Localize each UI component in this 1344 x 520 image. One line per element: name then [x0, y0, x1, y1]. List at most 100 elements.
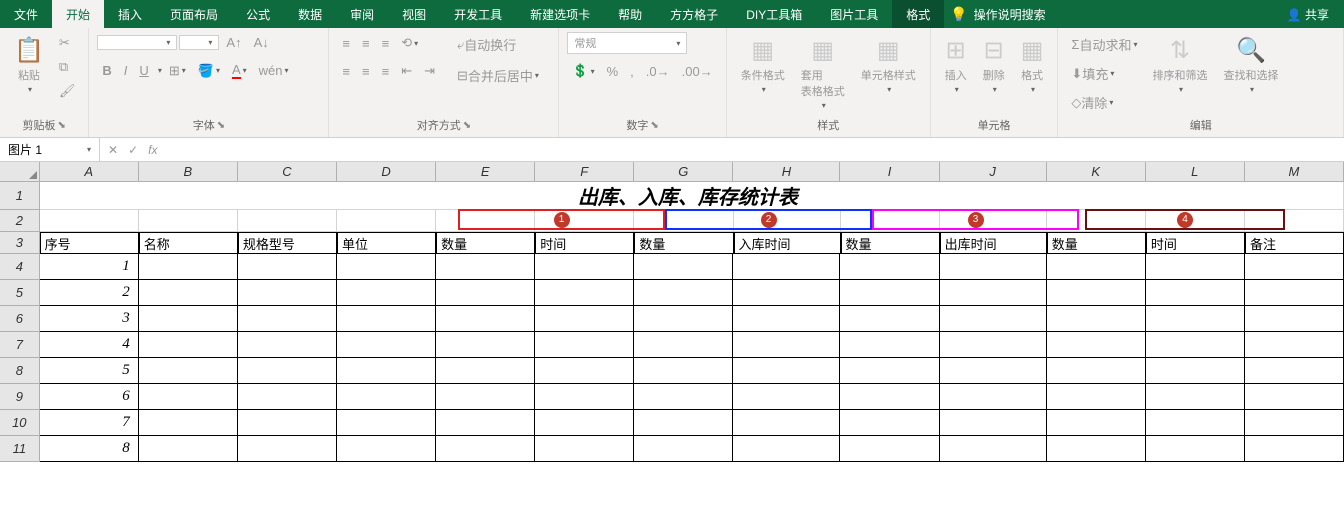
menu-ffgz[interactable]: 方方格子 [656, 0, 732, 28]
cell[interactable] [1047, 410, 1146, 436]
cell[interactable] [634, 384, 733, 410]
fx-icon[interactable]: fx [148, 143, 157, 157]
cell[interactable] [1146, 410, 1245, 436]
paste-button[interactable]: 📋 粘贴 ▾ [8, 32, 50, 98]
cut-button[interactable]: ✂ [54, 32, 81, 54]
cell[interactable] [634, 436, 733, 462]
menu-view[interactable]: 视图 [388, 0, 440, 28]
align-right-button[interactable]: ≡ [377, 61, 395, 82]
cell[interactable] [1047, 358, 1146, 384]
cell[interactable]: 数量 [841, 232, 940, 254]
cell[interactable] [535, 384, 634, 410]
cell[interactable] [634, 358, 733, 384]
col-header-F[interactable]: F [535, 162, 634, 181]
name-box[interactable]: 图片 1▾ [0, 138, 100, 161]
col-header-D[interactable]: D [337, 162, 436, 181]
cell[interactable] [139, 210, 238, 232]
row-header[interactable]: 9 [0, 384, 40, 410]
phonetic-button[interactable]: wén▾ [254, 60, 294, 81]
cell[interactable] [840, 384, 939, 410]
cell[interactable] [337, 280, 436, 306]
row-header[interactable]: 3 [0, 232, 40, 254]
accept-formula-icon[interactable]: ✓ [128, 143, 138, 157]
cell[interactable] [337, 436, 436, 462]
format-cells-button[interactable]: ▦格式▾ [1015, 32, 1050, 98]
cell[interactable] [238, 332, 337, 358]
row-header[interactable]: 6 [0, 306, 40, 332]
number-format-selector[interactable]: 常规▾ [567, 32, 687, 54]
cell[interactable] [337, 358, 436, 384]
cell[interactable] [1245, 254, 1344, 280]
cell[interactable] [139, 436, 238, 462]
cell[interactable] [337, 306, 436, 332]
cell[interactable] [840, 280, 939, 306]
cell[interactable] [238, 358, 337, 384]
cell[interactable] [238, 254, 337, 280]
cell[interactable] [1245, 358, 1344, 384]
cell[interactable]: 6 [40, 384, 139, 410]
cell[interactable] [1146, 332, 1245, 358]
col-header-E[interactable]: E [436, 162, 535, 181]
cell[interactable] [337, 332, 436, 358]
increase-indent-button[interactable]: ⇥ [419, 60, 440, 82]
cell[interactable] [733, 436, 840, 462]
cell[interactable]: 单位 [337, 232, 436, 254]
cell[interactable]: 规格型号 [238, 232, 337, 254]
sort-filter-button[interactable]: ⇅排序和筛选▾ [1146, 32, 1213, 98]
select-all-button[interactable] [0, 162, 40, 181]
font-family-selector[interactable]: ▾ [97, 35, 177, 50]
menu-data[interactable]: 数据 [284, 0, 336, 28]
menu-formulas[interactable]: 公式 [232, 0, 284, 28]
cell[interactable] [436, 210, 535, 232]
align-bottom-button[interactable]: ≡ [377, 33, 395, 54]
cell[interactable]: 名称 [139, 232, 238, 254]
cell[interactable] [1245, 210, 1344, 232]
cell[interactable] [436, 410, 535, 436]
merge-center-button[interactable]: ⊟ 合并后居中▾ [452, 63, 544, 88]
cell[interactable] [1047, 210, 1146, 232]
cell[interactable] [634, 306, 733, 332]
format-as-table-button[interactable]: ▦套用 表格格式▾ [795, 32, 851, 114]
cell[interactable]: 出库时间 [940, 232, 1047, 254]
autosum-button[interactable]: Σ 自动求和▾ [1066, 32, 1142, 57]
delete-cells-button[interactable]: ⊟删除▾ [977, 32, 1011, 98]
cell[interactable] [337, 254, 436, 280]
cell[interactable]: 5 [40, 358, 139, 384]
decrease-indent-button[interactable]: ⇤ [396, 60, 417, 82]
cell[interactable]: 序号 [40, 232, 139, 254]
cell[interactable] [734, 210, 841, 232]
row-header[interactable]: 5 [0, 280, 40, 306]
align-center-button[interactable]: ≡ [357, 61, 375, 82]
col-header-J[interactable]: J [940, 162, 1047, 181]
decrease-font-button[interactable]: A↓ [249, 32, 274, 53]
cell[interactable] [733, 254, 840, 280]
cell[interactable] [337, 384, 436, 410]
cell[interactable] [840, 306, 939, 332]
cell[interactable] [238, 410, 337, 436]
cell[interactable]: 8 [40, 436, 139, 462]
cell[interactable] [535, 306, 634, 332]
cell[interactable]: 数量 [1047, 232, 1146, 254]
tell-me-search[interactable]: 操作说明搜索 [974, 6, 1066, 23]
cell[interactable] [840, 410, 939, 436]
menu-insert[interactable]: 插入 [104, 0, 156, 28]
decrease-decimal-button[interactable]: .00→ [677, 61, 718, 82]
cell[interactable]: 3 [40, 306, 139, 332]
number-launcher[interactable]: ⬊ [650, 120, 658, 131]
cell[interactable] [1146, 210, 1245, 232]
menu-format[interactable]: 格式 [892, 0, 944, 28]
underline-button[interactable]: U [134, 60, 153, 81]
accounting-format-button[interactable]: 💲▾ [567, 60, 599, 82]
cell[interactable] [940, 332, 1047, 358]
cell[interactable] [1146, 384, 1245, 410]
alignment-launcher[interactable]: ⬊ [463, 120, 471, 131]
find-select-button[interactable]: 🔍查找和选择▾ [1217, 32, 1284, 98]
share-button[interactable]: 👤 共享 [1272, 6, 1344, 23]
cell[interactable] [634, 410, 733, 436]
cell[interactable] [535, 436, 634, 462]
cell[interactable] [1245, 332, 1344, 358]
cell[interactable] [840, 254, 939, 280]
cell[interactable] [940, 436, 1047, 462]
cell[interactable]: 入库时间 [734, 232, 841, 254]
cell[interactable] [436, 358, 535, 384]
